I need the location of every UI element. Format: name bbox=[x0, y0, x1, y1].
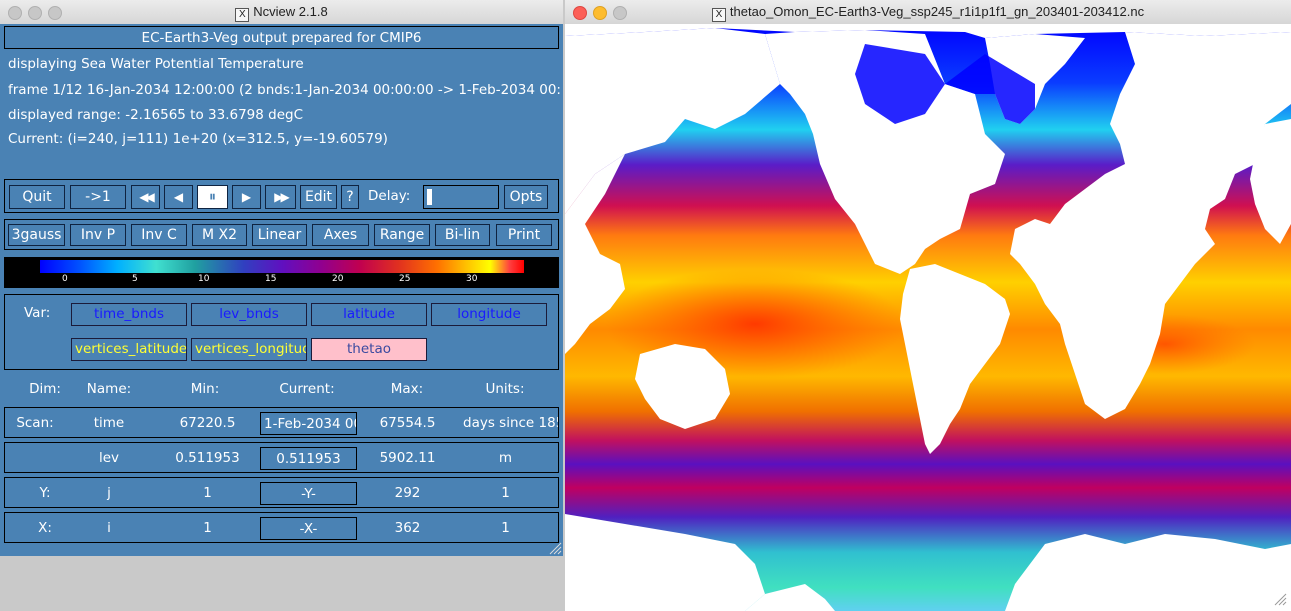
print-button[interactable]: Print bbox=[496, 224, 552, 246]
dataset-title: EC-Earth3-Veg output prepared for CMIP6 bbox=[141, 30, 422, 46]
var-label: Var: bbox=[24, 305, 51, 321]
colorbar-tick: 0 bbox=[62, 274, 68, 284]
help-button[interactable]: ? bbox=[341, 185, 359, 209]
ncview-window: X Ncview 2.1.8 EC-Earth3-Veg output prepa… bbox=[0, 0, 563, 556]
dim-current-x[interactable]: -X- bbox=[260, 517, 357, 540]
dim-units: m bbox=[498, 450, 513, 466]
dim-header-max: Max: bbox=[390, 381, 424, 397]
colorbar-tick: 10 bbox=[198, 274, 210, 284]
linear-button[interactable]: Linear bbox=[252, 224, 307, 246]
colorbar-gradient bbox=[40, 260, 524, 273]
dim-label: X: bbox=[38, 520, 52, 536]
var-vertices-latitude[interactable]: vertices_latitude bbox=[71, 338, 187, 361]
axes-button[interactable]: Axes bbox=[312, 224, 369, 246]
var-vertices-longitude[interactable]: vertices_longitude bbox=[191, 338, 307, 361]
rewind-button[interactable]: ◀◀ bbox=[131, 185, 160, 209]
dim-units: 1 bbox=[501, 485, 510, 501]
dim-min: 1 bbox=[203, 520, 212, 536]
range-button[interactable]: Range bbox=[374, 224, 430, 246]
var-time-bnds[interactable]: time_bnds bbox=[71, 303, 187, 326]
dim-units: 1 bbox=[501, 520, 510, 536]
var-lev-bnds[interactable]: lev_bnds bbox=[191, 303, 307, 326]
dim-min: 67220.5 bbox=[179, 415, 236, 431]
dataset-title-box: EC-Earth3-Veg output prepared for CMIP6 bbox=[4, 26, 559, 49]
window-title: Ncview 2.1.8 bbox=[253, 4, 328, 19]
dim-max: 5902.11 bbox=[379, 450, 436, 466]
delay-slider[interactable] bbox=[423, 185, 499, 209]
dim-max: 292 bbox=[394, 485, 421, 501]
edit-button[interactable]: Edit bbox=[300, 185, 337, 209]
current-label: Current: (i=240, j=111) 1e+20 (x=312.5, … bbox=[8, 131, 388, 147]
mag-x2-button[interactable]: M X2 bbox=[192, 224, 247, 246]
colorbar-tick: 20 bbox=[332, 274, 344, 284]
dim-header-current: Current: bbox=[279, 381, 335, 397]
quit-button[interactable]: Quit bbox=[9, 185, 65, 209]
dim-units: days since 1850 bbox=[463, 415, 558, 431]
var-longitude[interactable]: longitude bbox=[431, 303, 547, 326]
dim-min: 0.511953 bbox=[175, 450, 240, 466]
range-label: displayed range: -2.16565 to 33.6798 deg… bbox=[8, 107, 304, 123]
dim-label: Y: bbox=[39, 485, 51, 501]
var-thetao[interactable]: thetao bbox=[311, 338, 427, 361]
colorbar-tick: 25 bbox=[399, 274, 411, 284]
fast-forward-button[interactable]: ▶▶ bbox=[265, 185, 296, 209]
colorbar-tick-labels: 0 5 10 15 20 25 30 bbox=[40, 274, 524, 286]
dim-header-dim: Dim: bbox=[29, 381, 61, 397]
colorbar-tick: 15 bbox=[265, 274, 277, 284]
dim-current-lev[interactable]: 0.511953 bbox=[260, 447, 357, 470]
dim-name: time bbox=[93, 415, 125, 431]
var-latitude[interactable]: latitude bbox=[311, 303, 427, 326]
delay-slider-thumb[interactable] bbox=[427, 189, 432, 205]
dim-name: j bbox=[107, 485, 111, 501]
dim-name: lev bbox=[98, 450, 120, 466]
colorbar-tick: 5 bbox=[132, 274, 138, 284]
dim-current-y[interactable]: -Y- bbox=[260, 482, 357, 505]
dim-header-units: Units: bbox=[485, 381, 525, 397]
frame-label: frame 1/12 16-Jan-2034 12:00:00 (2 bnds:… bbox=[8, 82, 560, 98]
sea-temperature-map[interactable] bbox=[565, 24, 1291, 611]
ncview-titlebar[interactable]: X Ncview 2.1.8 bbox=[0, 0, 563, 25]
step-forward-button[interactable]: ▶ bbox=[232, 185, 261, 209]
resize-grip-icon[interactable] bbox=[1273, 592, 1287, 606]
dim-min: 1 bbox=[203, 485, 212, 501]
dim-max: 67554.5 bbox=[379, 415, 436, 431]
dim-header-min: Min: bbox=[190, 381, 220, 397]
pause-button[interactable]: ⏸ bbox=[197, 185, 228, 209]
colorbar-tick: 30 bbox=[466, 274, 478, 284]
delay-label: Delay: bbox=[368, 188, 411, 204]
inv-p-button[interactable]: Inv P bbox=[70, 224, 126, 246]
map-titlebar[interactable]: Xthetao_Omon_EC-Earth3-Veg_ssp245_r1i1p1… bbox=[565, 0, 1291, 25]
window-title: thetao_Omon_EC-Earth3-Veg_ssp245_r1i1p1f… bbox=[729, 4, 1145, 19]
dim-current-time[interactable]: 1-Feb-2034 00:00 bbox=[260, 412, 357, 435]
x11-icon: X bbox=[235, 8, 250, 22]
dim-max: 362 bbox=[394, 520, 421, 536]
goto-first-button[interactable]: ->1 bbox=[70, 185, 126, 209]
inv-c-button[interactable]: Inv C bbox=[131, 224, 187, 246]
ncview-panel: EC-Earth3-Veg output prepared for CMIP6 … bbox=[0, 24, 563, 556]
x11-icon: X bbox=[711, 8, 726, 22]
displaying-label: displaying Sea Water Potential Temperatu… bbox=[8, 56, 304, 72]
map-window: Xthetao_Omon_EC-Earth3-Veg_ssp245_r1i1p1… bbox=[565, 0, 1291, 611]
step-back-button[interactable]: ◀ bbox=[164, 185, 193, 209]
dim-label: Scan: bbox=[16, 415, 54, 431]
3gauss-button[interactable]: 3gauss bbox=[8, 224, 65, 246]
bilinear-button[interactable]: Bi-lin bbox=[435, 224, 490, 246]
dim-header-name: Name: bbox=[86, 381, 132, 397]
resize-grip-icon[interactable] bbox=[548, 541, 562, 555]
dim-name: i bbox=[107, 520, 111, 536]
opts-button[interactable]: Opts bbox=[504, 185, 548, 209]
